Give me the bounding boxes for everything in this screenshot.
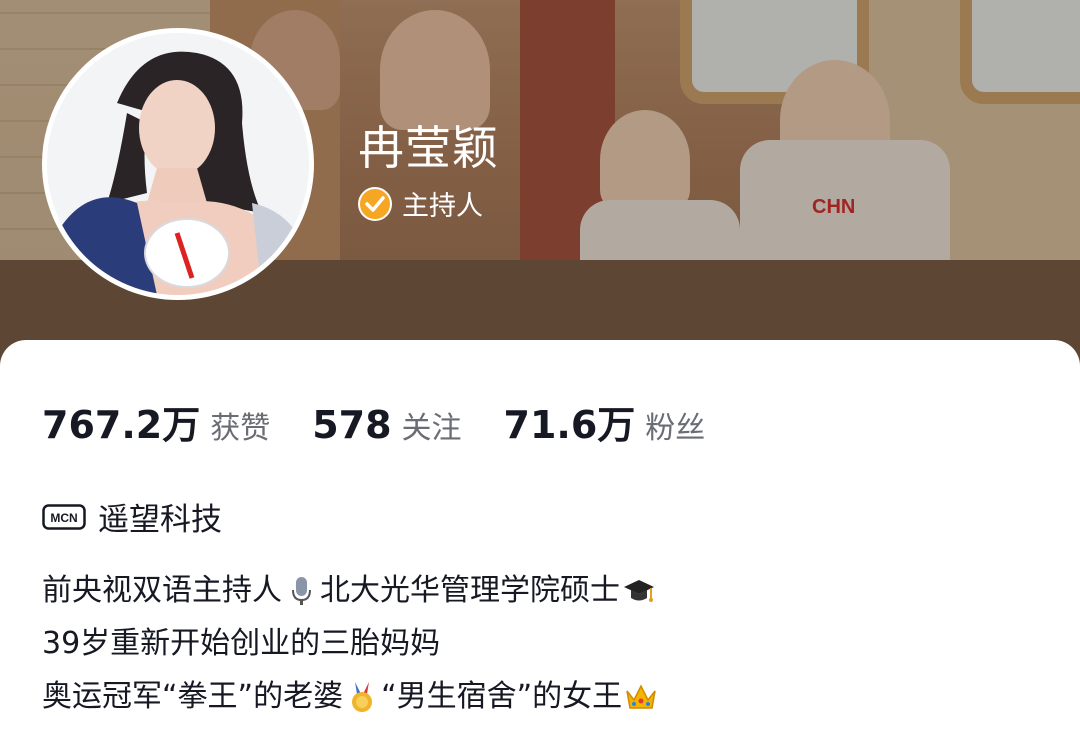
mcn-icon-text: MCN	[50, 511, 77, 525]
stat-label: 关注	[401, 411, 462, 446]
bio-line: 前央视双语主持人 北大光华管理学院硕士	[42, 564, 660, 617]
verified-label: 主持人	[402, 191, 483, 222]
profile-bio: 前央视双语主持人 北大光华管理学院硕士 39岁重新开始创业的三胎妈妈 奥运冠军“…	[42, 564, 660, 723]
stat-following[interactable]: 578 关注	[312, 403, 461, 447]
mcn-agency[interactable]: MCN 遥望科技	[42, 494, 222, 539]
stat-likes[interactable]: 767.2万 获赞	[42, 394, 270, 449]
avatar-image	[47, 33, 309, 295]
stat-followers[interactable]: 71.6万 粉丝	[504, 394, 706, 449]
verified-check-icon	[358, 186, 392, 221]
bio-line: 39岁重新开始创业的三胎妈妈	[42, 617, 660, 670]
mcn-name: 遥望科技	[98, 502, 222, 538]
medal-icon	[352, 681, 373, 712]
stat-value: 767.2万	[42, 403, 201, 447]
profile-name: 冉莹颖	[358, 121, 499, 175]
stat-value: 578	[312, 403, 392, 447]
avatar[interactable]	[42, 28, 314, 300]
crown-icon	[626, 683, 656, 709]
stat-label: 获赞	[210, 411, 271, 446]
graduation-cap-icon	[624, 579, 654, 602]
bio-text: 奥运冠军“拳王”的老婆	[42, 679, 344, 714]
verified-badge: 主持人	[358, 184, 483, 223]
microphone-icon	[292, 576, 311, 605]
stat-label: 粉丝	[645, 411, 706, 446]
bio-text: 前央视双语主持人	[42, 573, 282, 608]
mcn-icon: MCN	[42, 503, 86, 530]
stat-value: 71.6万	[503, 403, 636, 447]
profile-stats: 767.2万 获赞 578 关注 71.6万 粉丝	[42, 394, 747, 449]
bio-text: 39岁重新开始创业的三胎妈妈	[42, 626, 441, 661]
bio-text: 北大光华管理学院硕士	[320, 573, 620, 608]
bio-text: “男生宿舍”的女王	[381, 679, 623, 714]
bio-line: 奥运冠军“拳王”的老婆 “男生宿舍”的女王	[42, 670, 660, 723]
